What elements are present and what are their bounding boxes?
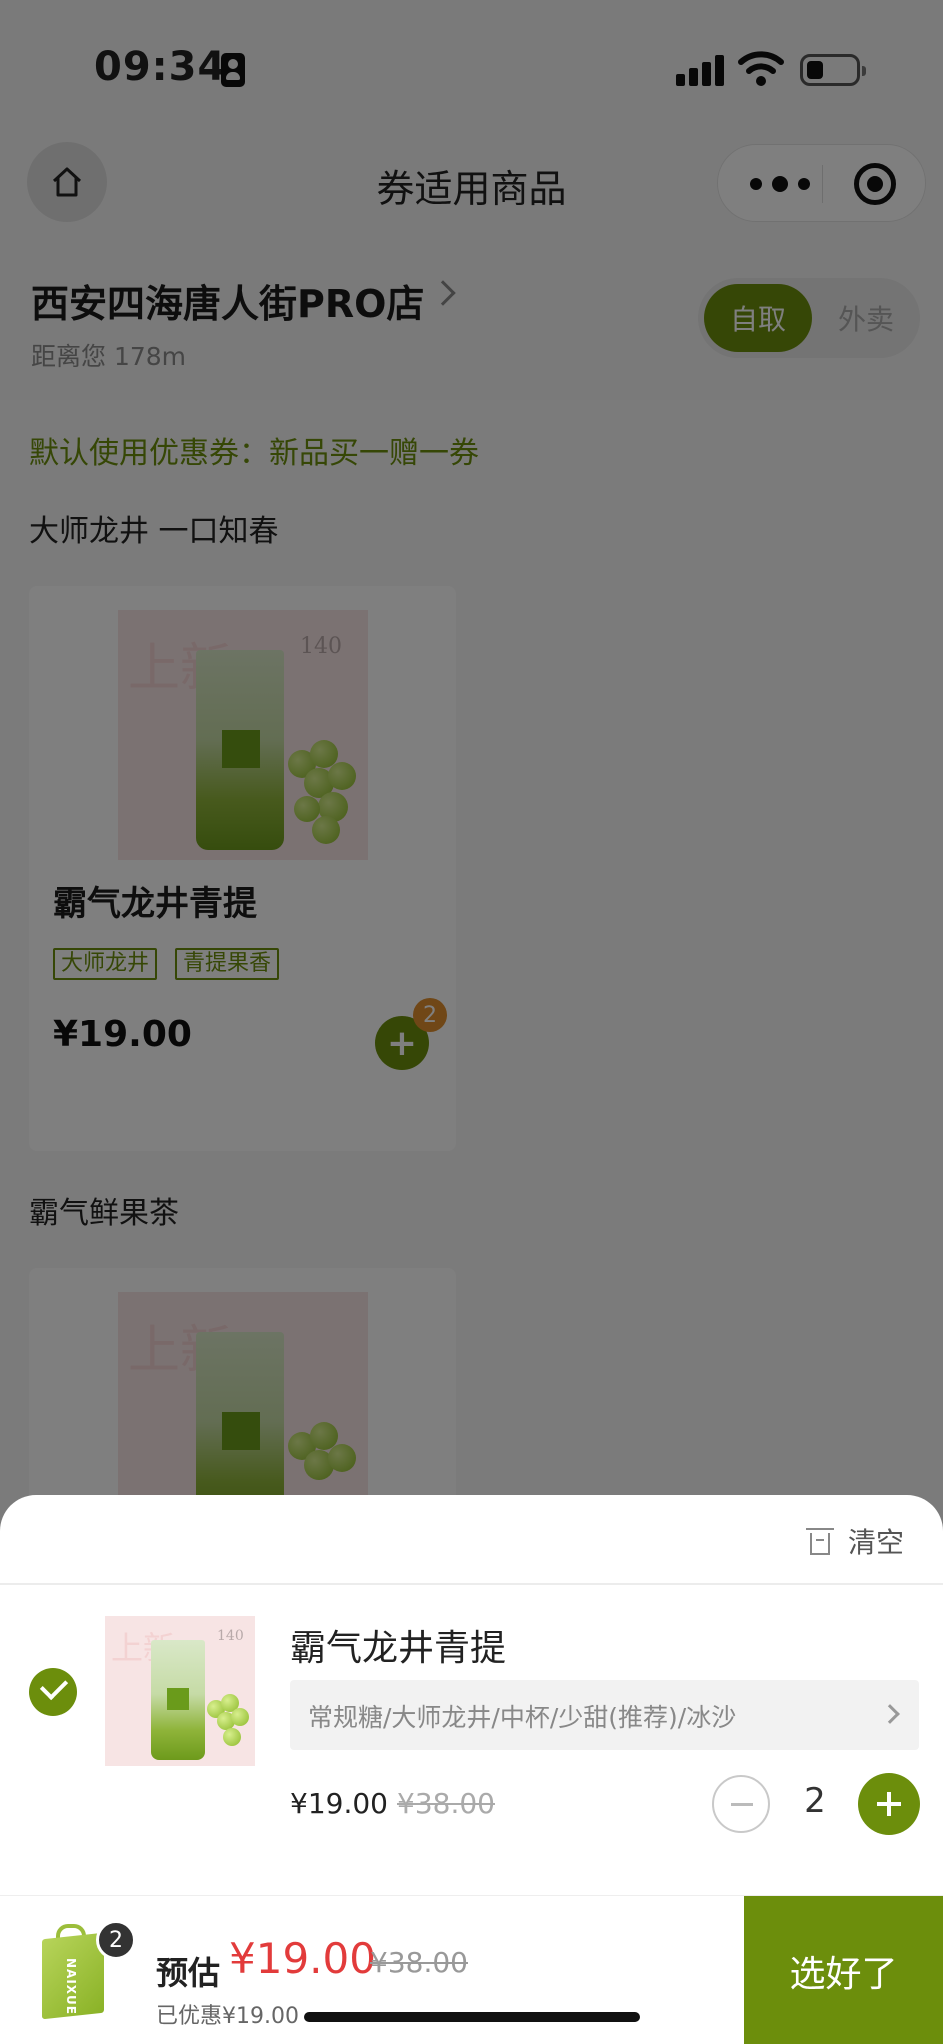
decrease-quantity-button[interactable] (712, 1775, 770, 1833)
cart-item-price: ¥19.00 (290, 1787, 388, 1820)
cart-item-name: 霸气龙井青提 (290, 1628, 507, 1669)
bag-brand-text: NAIXUE (64, 1958, 78, 2015)
cart-item-original-price: ¥38.00 (397, 1787, 495, 1820)
trash-icon[interactable] (806, 1525, 834, 1555)
discount-text: 已优惠¥19.00 (156, 2004, 299, 2029)
clear-cart-button[interactable]: 清空 (848, 1521, 904, 1561)
chevron-right-icon (880, 1704, 900, 1724)
estimate-label: 预估 (156, 1954, 221, 1992)
cart-item: 上新 140 霸气龙井青提 常规糖/大师龙井/中杯/少甜(推荐)/冰沙 ¥19.… (0, 1587, 943, 1887)
bag-count-badge: 2 (96, 1920, 136, 1960)
increase-quantity-button[interactable] (858, 1773, 920, 1835)
cart-item-spec[interactable]: 常规糖/大师龙井/中杯/少甜(推荐)/冰沙 (290, 1680, 919, 1750)
estimate-price: ¥19.00 (229, 1934, 376, 1983)
confirm-button[interactable]: 选好了 (744, 1896, 943, 2044)
cart-item-image: 上新 140 (105, 1616, 255, 1766)
page: 09:34 券适用商品 (0, 0, 943, 2044)
checkmark-icon[interactable] (29, 1668, 77, 1716)
home-indicator (304, 2012, 640, 2022)
quantity-value: 2 (804, 1781, 826, 1821)
cart-item-spec-text: 常规糖/大师龙井/中杯/少甜(推荐)/冰沙 (308, 1703, 737, 1732)
estimate-original-price: ¥38.00 (370, 1946, 468, 1979)
image-calorie-text: 140 (217, 1628, 244, 1644)
cart-header: 清空 (0, 1495, 943, 1585)
